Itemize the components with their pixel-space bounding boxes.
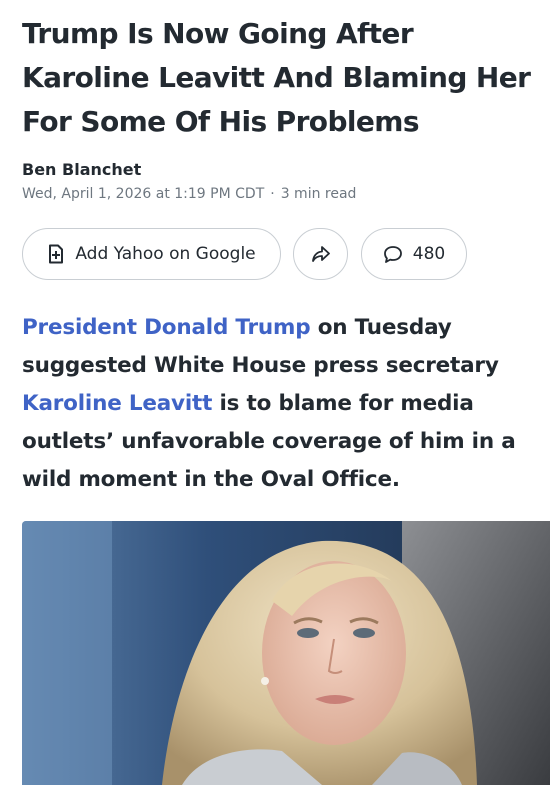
share-arrow-icon <box>311 245 331 263</box>
headline: Trump Is Now Going After Karoline Leavit… <box>22 17 531 138</box>
link-donald-trump[interactable]: President Donald Trump <box>22 315 311 340</box>
article-photo <box>22 521 550 785</box>
comment-count: 480 <box>412 244 446 264</box>
speech-bubble-icon <box>383 245 403 264</box>
add-yahoo-on-google-button[interactable]: Add Yahoo on Google <box>22 228 281 280</box>
article-meta: Wed, April 1, 2026 at 1:19 PM CDT · 3 min … <box>22 186 356 202</box>
plus-box-icon <box>47 244 65 264</box>
author-name[interactable]: Ben Blanchet <box>22 160 141 179</box>
share-button[interactable] <box>293 228 348 280</box>
read-time: 3 min read <box>280 186 357 202</box>
link-karoline-leavitt[interactable]: Karoline Leavitt <box>22 391 212 416</box>
action-bar: Add Yahoo on Google 480 <box>22 228 542 282</box>
lede-paragraph: President Donald Trump on Tuesday sugges… <box>22 309 547 499</box>
article: Trump Is Now Going After Karoline Leavit… <box>0 0 550 785</box>
comments-button[interactable]: 480 <box>361 228 467 280</box>
publish-date: Wed, April 1, 2026 at 1:19 PM CDT <box>22 186 265 202</box>
add-yahoo-on-google-label: Add Yahoo on Google <box>75 244 256 264</box>
meta-separator: · <box>270 186 275 202</box>
portrait-photo <box>22 521 550 785</box>
